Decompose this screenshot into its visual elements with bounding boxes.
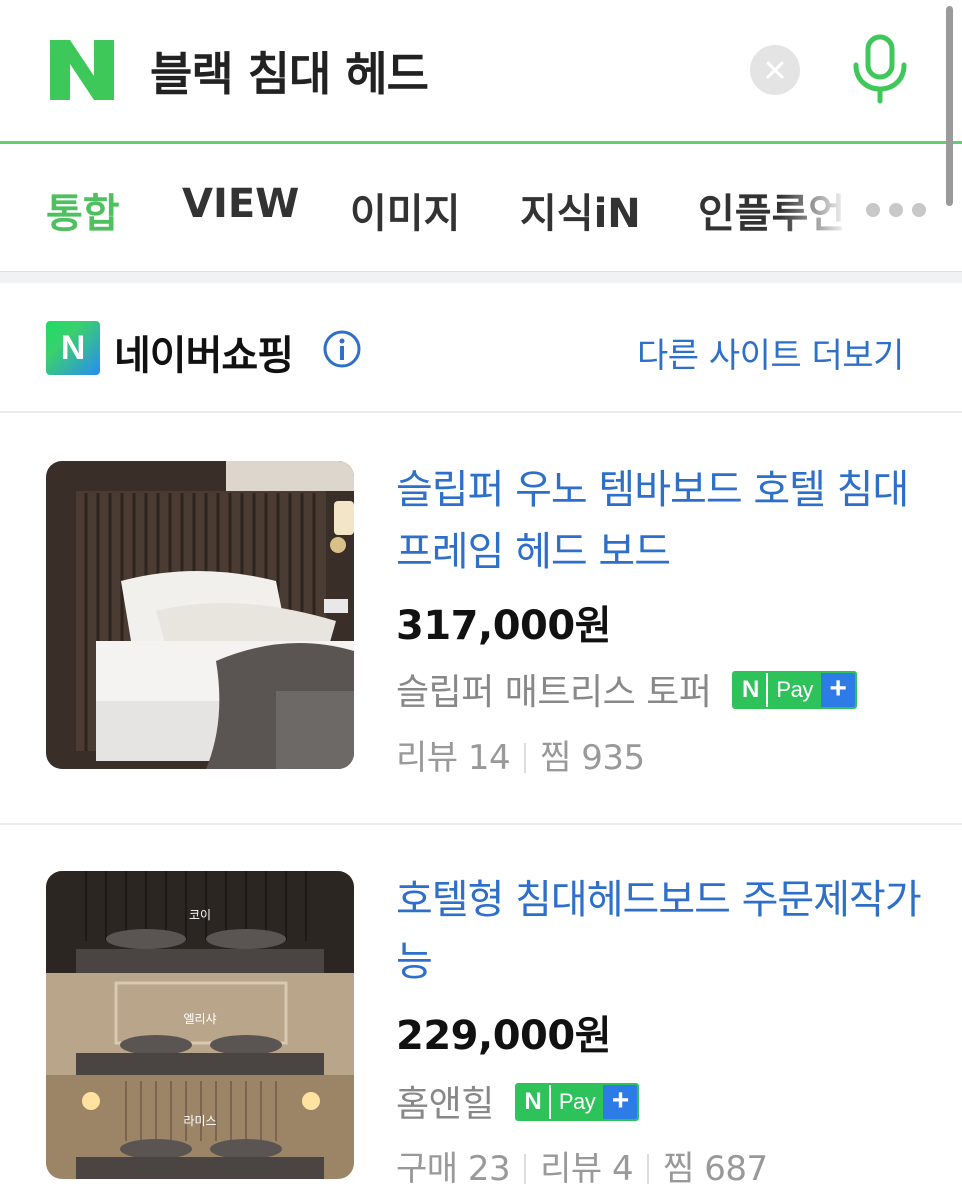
tab-integrated[interactable]: 통합	[46, 181, 120, 239]
product-price: 229,000원	[396, 1013, 612, 1059]
product-item: 코이 엘리샤 라미스 호텔형 침대헤드보드 주문제작가능 229,000원 홈앤…	[0, 827, 962, 1200]
npay-badge: N Pay +	[514, 1083, 640, 1121]
tab-images[interactable]: 이미지	[350, 181, 460, 239]
tab-fade-overlay	[780, 167, 860, 247]
product-title[interactable]: 호텔형 침대헤드보드 주문제작가능	[396, 869, 926, 993]
product-stats: 구매 23 리뷰 4 찜 687	[396, 1141, 768, 1190]
product-stats: 리뷰 14 찜 935	[396, 730, 645, 779]
product-image[interactable]: 코이 엘리샤 라미스	[46, 871, 354, 1179]
product-seller: 슬립퍼 매트리스 토퍼 N Pay +	[396, 663, 857, 715]
stats-divider	[524, 742, 527, 773]
search-query[interactable]: 블랙 침대 헤드	[150, 38, 429, 104]
more-dots-icon[interactable]	[866, 203, 926, 217]
close-icon	[766, 61, 784, 79]
seller-name[interactable]: 슬립퍼 매트리스 토퍼	[396, 672, 712, 713]
product-seller: 홈앤힐 N Pay +	[396, 1075, 640, 1127]
stats-divider	[647, 1153, 650, 1184]
image-label: 코이	[189, 908, 211, 922]
tab-view[interactable]: VIEW	[182, 181, 299, 227]
stats-divider	[524, 1153, 527, 1184]
review-count: 리뷰 4	[540, 1149, 634, 1189]
section-divider	[0, 271, 962, 283]
image-label: 엘리샤	[183, 1012, 216, 1026]
product-title[interactable]: 슬립퍼 우노 템바보드 호텔 침대 프레임 헤드 보드	[396, 459, 926, 583]
tab-knowledge-in[interactable]: 지식iN	[520, 181, 641, 239]
purchase-count: 구매 23	[396, 1149, 511, 1189]
search-bar: 블랙 침대 헤드	[0, 0, 962, 144]
product-image[interactable]	[46, 461, 354, 769]
review-count: 리뷰 14	[396, 738, 511, 778]
search-tabs: 통합 VIEW 이미지 지식iN 인플루언	[0, 147, 962, 271]
seller-name[interactable]: 홈앤힐	[396, 1084, 494, 1125]
shopping-header: N 네이버쇼핑 다른 사이트 더보기	[0, 283, 962, 413]
naver-logo-icon[interactable]	[50, 40, 114, 100]
naver-shopping-logo: N	[46, 321, 100, 375]
image-label: 라미스	[183, 1114, 216, 1128]
product-price: 317,000원	[396, 603, 612, 649]
clear-search-button[interactable]	[750, 45, 800, 95]
npay-badge: N Pay +	[732, 671, 857, 709]
wishlist-count: 찜 935	[540, 738, 645, 778]
info-icon[interactable]	[322, 329, 362, 369]
wishlist-count: 찜 687	[663, 1149, 768, 1189]
product-item: 슬립퍼 우노 템바보드 호텔 침대 프레임 헤드 보드 317,000원 슬립퍼…	[0, 415, 962, 825]
shopping-title: 네이버쇼핑	[114, 333, 294, 379]
microphone-icon[interactable]	[848, 33, 912, 105]
more-sites-link[interactable]: 다른 사이트 더보기	[637, 328, 904, 377]
